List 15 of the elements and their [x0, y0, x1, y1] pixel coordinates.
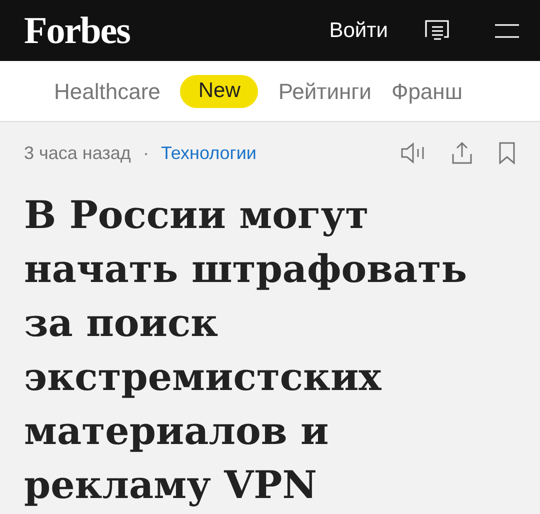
menu-icon[interactable]: [494, 22, 520, 38]
category-link[interactable]: Технологии: [160, 140, 256, 166]
separator: ·: [142, 142, 149, 164]
timestamp: 3 часа назад: [24, 142, 131, 165]
logo[interactable]: Forbes: [24, 12, 130, 50]
bookmark-icon[interactable]: [498, 141, 516, 165]
newsletter-icon[interactable]: [424, 18, 450, 42]
nav-link[interactable]: Рейтинги: [278, 74, 372, 108]
headline: В России могут начать штрафовать за поиск экстремистских материалов и рекламу VPN: [23, 191, 468, 509]
audio-icon[interactable]: [400, 141, 426, 165]
nav-link[interactable]: Франш: [391, 74, 462, 108]
nav-link[interactable]: Healthcare: [54, 74, 160, 108]
new-badge[interactable]: New: [180, 74, 258, 108]
login-link[interactable]: Войти: [329, 14, 388, 46]
share-icon[interactable]: [450, 141, 474, 165]
